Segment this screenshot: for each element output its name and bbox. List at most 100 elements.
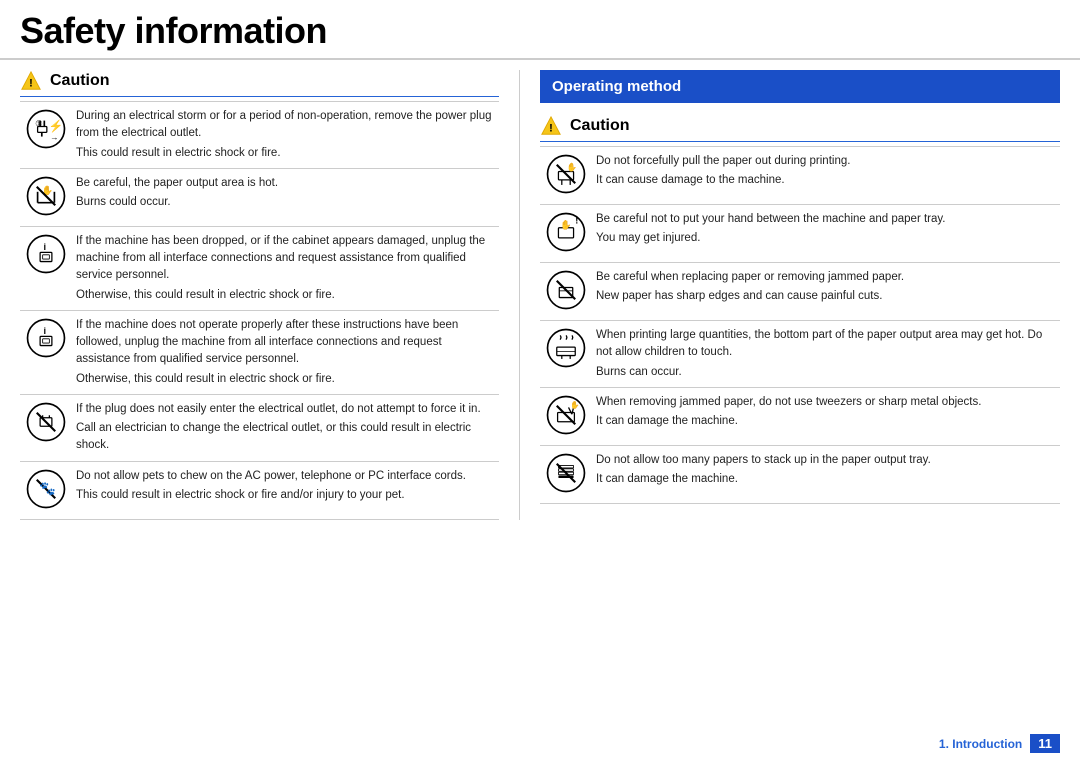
text-cell: Be careful when replacing paper or remov… (592, 263, 1060, 321)
text-cell: Be careful not to put your hand between … (592, 205, 1060, 263)
row-primary-text: Do not allow too many papers to stack up… (596, 452, 1056, 469)
icon-cell (20, 394, 72, 461)
lightning-plug-icon: ① ⚡ → (25, 108, 67, 150)
left-caution-table: ① ⚡ → During an electrical storm or for … (20, 101, 499, 520)
text-cell: During an electrical storm or for a peri… (72, 102, 499, 169)
row-primary-text: When printing large quantities, the bott… (596, 327, 1056, 362)
svg-text:🐾: 🐾 (39, 481, 56, 496)
text-cell: If the plug does not easily enter the el… (72, 394, 499, 461)
right-caution-label: Caution (570, 117, 630, 135)
row-primary-text: If the machine does not operate properly… (76, 317, 495, 369)
left-caution-heading: ! Caution (20, 70, 499, 97)
text-cell: Be careful, the paper output area is hot… (72, 168, 499, 226)
table-row: 🐾 Do not allow pets to chew on the AC po… (20, 461, 499, 519)
page-title: Safety information (20, 10, 1060, 52)
icon-cell: ✋ (540, 387, 592, 445)
table-row: ✋ Do not forcefully pull the paper out d… (540, 147, 1060, 205)
svg-text:!: ! (575, 216, 578, 226)
operating-method-header: Operating method (540, 70, 1060, 103)
page-footer: 1. Introduction 11 (939, 734, 1060, 753)
row-secondary-text: This could result in electric shock or f… (76, 487, 495, 504)
row-secondary-text: Call an electrician to change the electr… (76, 420, 495, 455)
text-cell: Do not forcefully pull the paper out dur… (592, 147, 1060, 205)
icon-cell (540, 263, 592, 321)
table-row: ✋ When removing jammed paper, do not use… (540, 387, 1060, 445)
svg-text:→: → (50, 132, 58, 142)
row-secondary-text: Otherwise, this could result in electric… (76, 371, 495, 388)
row-secondary-text: Burns could occur. (76, 194, 495, 211)
svg-text:i: i (43, 326, 46, 336)
svg-text:!: ! (549, 123, 553, 135)
icon-cell (540, 445, 592, 503)
left-caution-label: Caution (50, 72, 110, 90)
icon-cell: ✋ (20, 168, 72, 226)
warning-triangle-icon: ! (20, 70, 42, 92)
hot-steam-icon (545, 327, 587, 369)
svg-text:⚡: ⚡ (49, 119, 64, 133)
table-row: i If the machine has been dropped, or if… (20, 226, 499, 310)
table-row: If the plug does not easily enter the el… (20, 394, 499, 461)
no-paper-replace-icon (545, 269, 587, 311)
row-primary-text: If the plug does not easily enter the el… (76, 401, 495, 418)
page-header: Safety information (0, 0, 1080, 60)
right-caution-table: ✋ Do not forcefully pull the paper out d… (540, 146, 1060, 504)
right-caution-heading: ! Caution (540, 115, 1060, 142)
table-row: ✋ Be careful, the paper output area is h… (20, 168, 499, 226)
row-primary-text: Do not forcefully pull the paper out dur… (596, 153, 1056, 170)
row-primary-text: Be careful not to put your hand between … (596, 211, 1056, 228)
row-primary-text: Be careful, the paper output area is hot… (76, 175, 495, 192)
row-secondary-text: This could result in electric shock or f… (76, 145, 495, 162)
text-cell: When printing large quantities, the bott… (592, 321, 1060, 388)
svg-text:✋: ✋ (570, 400, 579, 409)
svg-text:✋: ✋ (560, 219, 572, 230)
no-pull-paper-icon: ✋ (545, 153, 587, 195)
info-machine-icon2: i (25, 317, 67, 359)
row-secondary-text: Burns can occur. (596, 364, 1056, 381)
content-wrapper: ! Caution ① ⚡ → (0, 60, 1080, 520)
hot-output-icon: ✋ (25, 175, 67, 217)
row-secondary-text: You may get injured. (596, 230, 1056, 247)
table-row: Be careful when replacing paper or remov… (540, 263, 1060, 321)
icon-cell: ✋ (540, 147, 592, 205)
svg-text:i: i (43, 242, 46, 252)
text-cell: Do not allow pets to chew on the AC powe… (72, 461, 499, 519)
no-tweezers-icon: ✋ (545, 394, 587, 436)
warning-triangle-icon-right: ! (540, 115, 562, 137)
icon-cell: i (20, 310, 72, 394)
text-cell: If the machine does not operate properly… (72, 310, 499, 394)
row-primary-text: If the machine has been dropped, or if t… (76, 233, 495, 285)
table-row: Do not allow too many papers to stack up… (540, 445, 1060, 503)
info-machine-icon: i (25, 233, 67, 275)
no-plug-icon (25, 401, 67, 443)
text-cell: Do not allow too many papers to stack up… (592, 445, 1060, 503)
svg-text:✋: ✋ (567, 162, 577, 172)
icon-cell: ① ⚡ → (20, 102, 72, 169)
icon-cell: 🐾 (20, 461, 72, 519)
left-column: ! Caution ① ⚡ → (0, 70, 520, 520)
row-secondary-text: It can damage the machine. (596, 471, 1056, 488)
row-secondary-text: It can damage the machine. (596, 413, 1056, 430)
row-secondary-text: New paper has sharp edges and can cause … (596, 288, 1056, 305)
row-secondary-text: Otherwise, this could result in electric… (76, 287, 495, 304)
footer-page-number: 11 (1030, 734, 1060, 753)
right-column: Operating method ! Caution (520, 70, 1080, 520)
icon-cell: i (20, 226, 72, 310)
table-row: ✋ ! Be careful not to put your hand betw… (540, 205, 1060, 263)
footer-section-text: 1. Introduction (939, 737, 1022, 751)
operating-method-label: Operating method (552, 78, 681, 95)
icon-cell: ✋ ! (540, 205, 592, 263)
table-row: ① ⚡ → During an electrical storm or for … (20, 102, 499, 169)
table-row: i If the machine does not operate proper… (20, 310, 499, 394)
table-row: When printing large quantities, the bott… (540, 321, 1060, 388)
no-pets-icon: 🐾 (25, 468, 67, 510)
svg-text:!: ! (29, 78, 33, 90)
row-primary-text: Do not allow pets to chew on the AC powe… (76, 468, 495, 485)
row-primary-text: When removing jammed paper, do not use t… (596, 394, 1056, 411)
hand-tray-icon: ✋ ! (545, 211, 587, 253)
row-secondary-text: It can cause damage to the machine. (596, 172, 1056, 189)
row-primary-text: Be careful when replacing paper or remov… (596, 269, 1056, 286)
icon-cell (540, 321, 592, 388)
text-cell: When removing jammed paper, do not use t… (592, 387, 1060, 445)
text-cell: If the machine has been dropped, or if t… (72, 226, 499, 310)
row-primary-text: During an electrical storm or for a peri… (76, 108, 495, 143)
